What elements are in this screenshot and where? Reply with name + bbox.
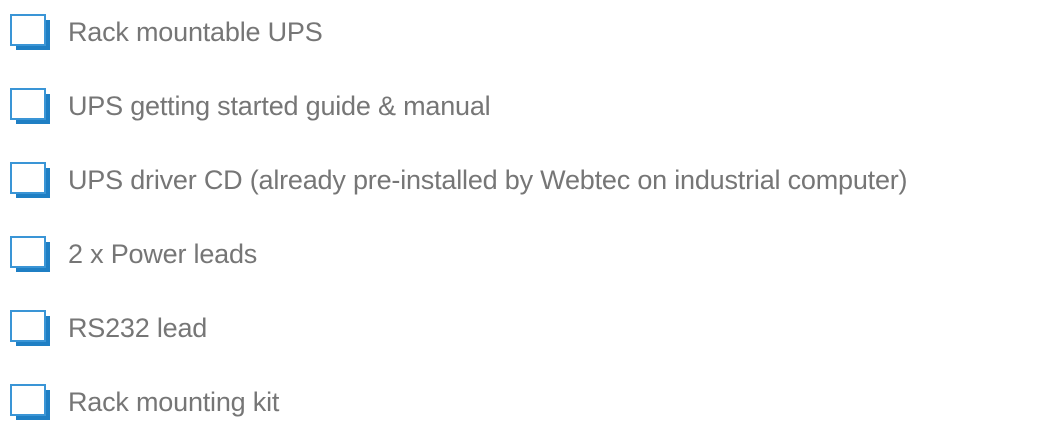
checklist-item-label: Rack mountable UPS	[68, 16, 323, 47]
checklist-item[interactable]: Rack mountable UPS	[10, 12, 323, 52]
checklist-item[interactable]: 2 x Power leads	[10, 234, 257, 274]
checkbox-icon[interactable]	[10, 88, 52, 124]
checkbox-icon[interactable]	[10, 236, 52, 272]
checklist-item-label: 2 x Power leads	[68, 238, 258, 269]
checkbox-icon[interactable]	[10, 310, 52, 346]
checklist-item-label: RS232 lead	[68, 312, 208, 343]
checklist-item[interactable]: UPS driver CD (already pre-installed by …	[10, 160, 908, 200]
checklist-item-label: Rack mounting kit	[68, 386, 280, 417]
checkbox-icon[interactable]	[10, 14, 52, 50]
package-contents-checklist: Rack mountable UPS UPS getting started g…	[0, 0, 1058, 448]
checklist-item-label: UPS getting started guide & manual	[68, 90, 491, 121]
checkbox-icon[interactable]	[10, 162, 52, 198]
checklist-item[interactable]: UPS getting started guide & manual	[10, 86, 491, 126]
checklist-item[interactable]: RS232 lead	[10, 308, 207, 348]
checklist-item[interactable]: Rack mounting kit	[10, 382, 279, 422]
checklist-item-label: UPS driver CD (already pre-installed by …	[68, 164, 908, 195]
checkbox-icon[interactable]	[10, 384, 52, 420]
